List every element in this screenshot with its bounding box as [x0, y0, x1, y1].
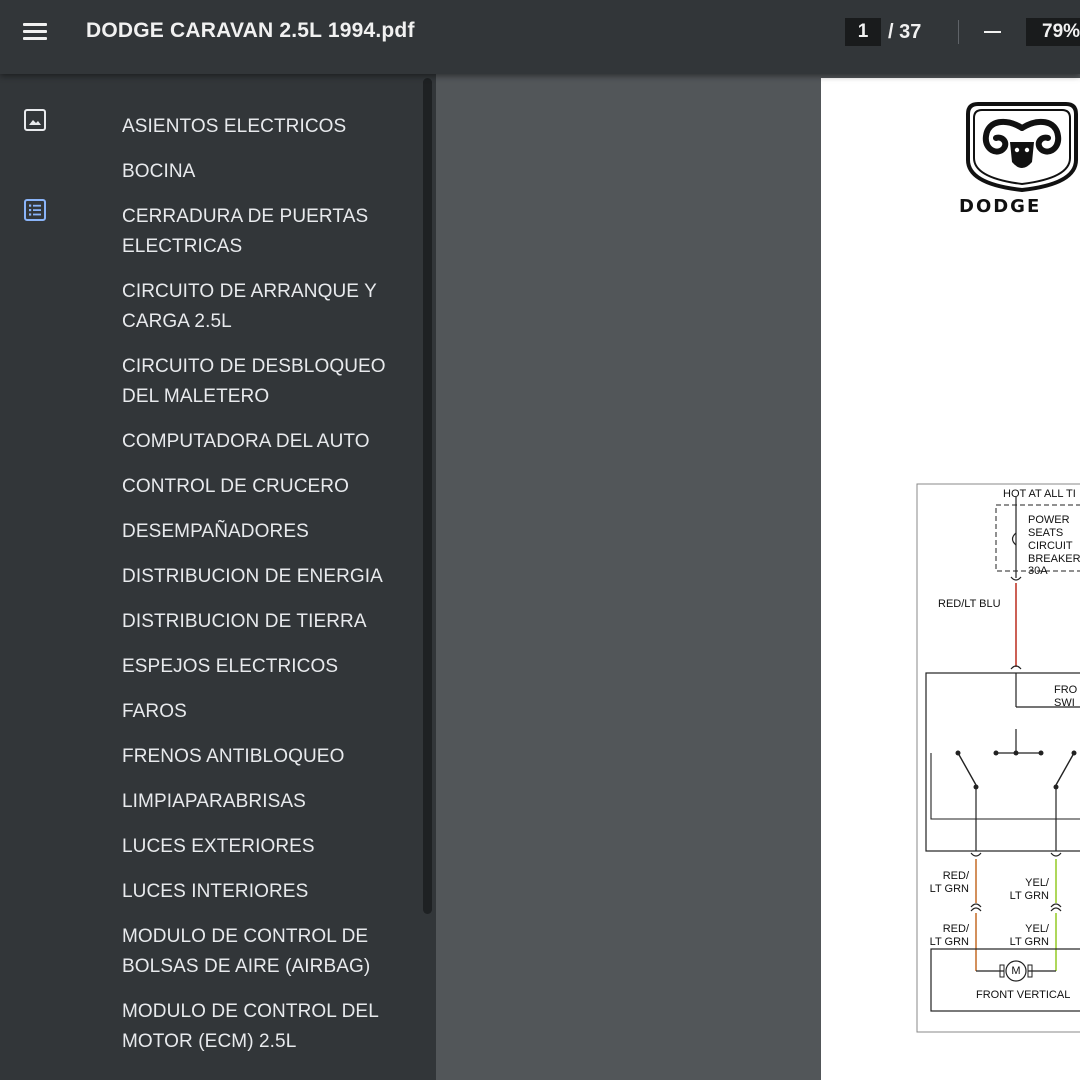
- motor-label: FRONT VERTICAL: [976, 989, 1071, 1001]
- page-number-input[interactable]: [845, 18, 881, 46]
- hot-at-all-times-label: HOT AT ALL TI: [1003, 488, 1076, 500]
- toolbar-divider: [958, 20, 959, 44]
- wiring-diagram: HOT AT ALL TI POWER SEATS CIRCUIT BREAKE…: [916, 483, 1080, 1043]
- outline-item[interactable]: DISTRIBUCION DE ENERGIA: [122, 562, 412, 592]
- wire-label-lt-grn-2: LT GRN: [1009, 890, 1049, 902]
- outline-item[interactable]: CIRCUITO DE ARRANQUE Y CARGA 2.5L: [122, 277, 412, 337]
- outline-item[interactable]: CIRCUITO DE DESBLOQUEO DEL MALETERO: [122, 352, 412, 412]
- wiring-diagram-lines: [916, 483, 1080, 1033]
- outline-item[interactable]: LIMPIAPARABRISAS: [122, 787, 412, 817]
- outline-item[interactable]: DESEMPAÑADORES: [122, 517, 412, 547]
- wire-label-lt-grn-4: LT GRN: [1009, 936, 1049, 948]
- wire-label-red-2: RED/: [942, 923, 969, 935]
- breaker-label-5: 30A: [1028, 565, 1048, 577]
- wire-label-lt-grn-1: LT GRN: [929, 883, 969, 895]
- menu-icon[interactable]: [14, 14, 56, 50]
- minus-icon: [984, 31, 1001, 33]
- breaker-label-4: BREAKER: [1028, 553, 1080, 565]
- outline-item[interactable]: MODULO DE CONTROL DEL MOTOR (ECM) 2.5L: [122, 997, 412, 1057]
- outline-item[interactable]: DISTRIBUCION DE TIERRA: [122, 607, 412, 637]
- breaker-label-3: CIRCUIT: [1028, 540, 1073, 552]
- outline-item[interactable]: ASIENTOS ELECTRICOS: [122, 112, 412, 142]
- outline-list: ASIENTOS ELECTRICOS BOCINA CERRADURA DE PU…: [122, 112, 412, 1072]
- zoom-level-input[interactable]: [1026, 18, 1080, 46]
- outline-item[interactable]: ESPEJOS ELECTRICOS: [122, 652, 412, 682]
- outline-item[interactable]: FRENOS ANTIBLOQUEO: [122, 742, 412, 772]
- outline-item[interactable]: LUCES INTERIORES: [122, 877, 412, 907]
- switch-label-2: SWI: [1054, 697, 1075, 709]
- outline-item[interactable]: MODULO DE CONTROL DE BOLSAS DE AIRE (AIR…: [122, 922, 412, 982]
- outline-item[interactable]: BOCINA: [122, 157, 412, 187]
- zoom-out-button[interactable]: [976, 16, 1008, 48]
- outline-item[interactable]: COMPUTADORA DEL AUTO: [122, 427, 412, 457]
- document-viewer[interactable]: DODGE HOT AT ALL TI POWER SEATS CIRCUIT …: [436, 74, 1080, 1080]
- motor-symbol: M: [1011, 965, 1021, 977]
- thumbnail-view-icon[interactable]: [23, 108, 47, 132]
- sidebar-scrollbar[interactable]: [423, 78, 432, 914]
- logo-wordmark: DODGE: [959, 196, 1042, 217]
- wire-label-red-1: RED/: [942, 870, 969, 882]
- document-title: DODGE CARAVAN 2.5L 1994.pdf: [86, 19, 415, 42]
- outline-item[interactable]: FAROS: [122, 697, 412, 727]
- wire-label-yel-1: YEL/: [1025, 877, 1049, 889]
- sidebar: ASIENTOS ELECTRICOS BOCINA CERRADURA DE PU…: [0, 74, 436, 1080]
- wire-label-red-lt-blu: RED/LT BLU: [938, 598, 1001, 610]
- pdf-page: DODGE HOT AT ALL TI POWER SEATS CIRCUIT …: [821, 78, 1080, 1080]
- wire-label-lt-grn-3: LT GRN: [929, 936, 969, 948]
- document-outline-icon[interactable]: [23, 198, 47, 222]
- pdf-toolbar: DODGE CARAVAN 2.5L 1994.pdf / 37: [0, 0, 1080, 74]
- outline-item[interactable]: LUCES EXTERIORES: [122, 832, 412, 862]
- outline-item[interactable]: CERRADURA DE PUERTAS ELECTRICAS: [122, 202, 412, 262]
- switch-label-1: FRO: [1054, 684, 1078, 696]
- outline-item[interactable]: CONTROL DE CRUCERO: [122, 472, 412, 502]
- breaker-label-1: POWER: [1028, 514, 1070, 526]
- breaker-label-2: SEATS: [1028, 527, 1064, 539]
- wire-label-yel-2: YEL/: [1025, 923, 1049, 935]
- page-count: / 37: [888, 21, 922, 43]
